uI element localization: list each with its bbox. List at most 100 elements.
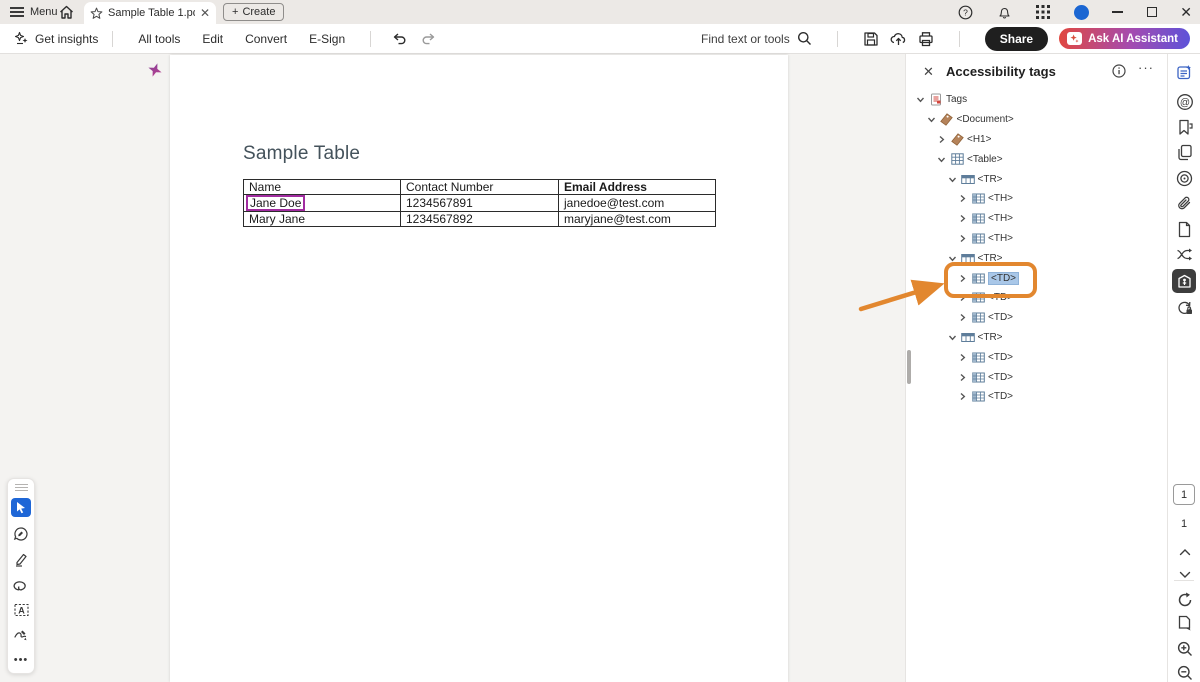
zoom-out-icon[interactable] — [1175, 663, 1194, 682]
tree-row-label[interactable]: <TR> — [978, 174, 1003, 185]
help-icon[interactable]: ? — [957, 4, 973, 20]
tree-row[interactable]: Tags — [906, 90, 1168, 110]
apps-grid-icon[interactable] — [1035, 4, 1051, 20]
ask-ai-assistant-button[interactable]: Ask AI Assistant — [1059, 28, 1190, 49]
menu-button[interactable]: Menu — [10, 0, 58, 24]
highlight-tool[interactable] — [8, 547, 34, 572]
sign-tool[interactable] — [8, 622, 34, 647]
window-minimize-button[interactable] — [1112, 6, 1124, 18]
chevron-icon[interactable] — [936, 134, 947, 145]
next-page-button[interactable] — [1175, 565, 1194, 584]
tree-row-label[interactable]: <Table> — [967, 154, 1003, 165]
data-cell[interactable]: Mary Jane — [244, 212, 401, 227]
tree-row[interactable]: <TR> — [906, 248, 1168, 268]
data-cell[interactable]: maryjane@test.com — [559, 212, 716, 227]
attachment-icon[interactable] — [1175, 194, 1194, 213]
data-cell[interactable]: 1234567892 — [401, 212, 559, 227]
tree-row-label[interactable]: <TD> — [988, 352, 1013, 363]
nav-esign[interactable]: E-Sign — [309, 32, 345, 46]
data-cell[interactable]: janedoe@test.com — [559, 195, 716, 212]
data-cell[interactable]: 1234567891 — [401, 195, 559, 212]
bookmark-icon[interactable] — [1175, 118, 1194, 137]
chevron-icon[interactable] — [957, 213, 968, 224]
rotate-page-icon[interactable] — [1175, 590, 1194, 609]
tree-row-label[interactable]: <TH> — [988, 193, 1013, 204]
create-tab-button[interactable]: + Create — [223, 3, 284, 21]
save-icon[interactable] — [863, 31, 879, 47]
tree-row-label[interactable]: <Document> — [957, 114, 1014, 125]
text-box-tool[interactable]: A — [8, 597, 34, 622]
chevron-icon[interactable] — [915, 94, 926, 105]
tree-row[interactable]: <TH> — [906, 229, 1168, 249]
convert-protect-icon[interactable] — [1175, 298, 1194, 317]
accessibility-tags-icon[interactable] — [1172, 269, 1196, 293]
chevron-icon[interactable] — [926, 114, 937, 125]
home-icon[interactable] — [58, 4, 75, 21]
drag-handle[interactable] — [15, 484, 28, 491]
tree-row[interactable]: <H1> — [906, 130, 1168, 150]
star-icon[interactable] — [90, 7, 103, 20]
tree-row-label[interactable]: Tags — [946, 94, 967, 105]
tree-row-label[interactable]: <TD> — [988, 372, 1013, 383]
tree-row[interactable]: <TR> — [906, 169, 1168, 189]
document-tab[interactable]: Sample Table 1.pdf ✕ — [84, 2, 216, 24]
chevron-icon[interactable] — [957, 273, 968, 284]
chevron-icon[interactable] — [957, 292, 968, 303]
tree-row[interactable]: <TD> — [906, 268, 1168, 288]
chevron-icon[interactable] — [957, 233, 968, 244]
generative-summary-icon[interactable] — [1175, 63, 1194, 82]
find-tools-button[interactable]: Find text or tools — [701, 31, 812, 46]
page-number-input[interactable]: 1 — [1173, 484, 1195, 505]
tree-row[interactable]: <TD> — [906, 308, 1168, 328]
tree-row-label[interactable]: <TH> — [988, 233, 1013, 244]
chevron-icon[interactable] — [957, 312, 968, 323]
tree-row-label[interactable]: <TD> — [988, 391, 1013, 402]
chevron-icon[interactable] — [947, 332, 958, 343]
chevron-icon[interactable] — [957, 352, 968, 363]
page-options-icon[interactable] — [1175, 614, 1194, 633]
nav-convert[interactable]: Convert — [245, 32, 287, 46]
tree-row-label[interactable]: <TR> — [978, 253, 1003, 264]
tree-row[interactable]: <TH> — [906, 189, 1168, 209]
selected-cell-highlight[interactable]: Jane Doe — [246, 195, 305, 211]
chevron-icon[interactable] — [957, 193, 968, 204]
tree-row[interactable]: <TH> — [906, 209, 1168, 229]
more-tools-button[interactable]: ••• — [8, 648, 34, 673]
window-maximize-button[interactable] — [1147, 7, 1157, 17]
chevron-icon[interactable] — [947, 253, 958, 264]
tree-row[interactable]: <TR> — [906, 328, 1168, 348]
comment-tool[interactable] — [8, 521, 34, 546]
document-viewport[interactable]: Sample Table Name Contact Number Email A… — [0, 54, 905, 682]
tree-row-label[interactable]: <TH> — [988, 213, 1013, 224]
tree-row[interactable]: <Document> — [906, 110, 1168, 130]
chevron-icon[interactable] — [947, 174, 958, 185]
notifications-bell-icon[interactable] — [996, 4, 1012, 20]
page-icon[interactable] — [1175, 220, 1194, 239]
panel-more-icon[interactable]: ··· — [1138, 60, 1154, 75]
nav-all-tools[interactable]: All tools — [138, 32, 180, 46]
comment-at-icon[interactable]: @ — [1175, 92, 1194, 111]
pdf-page[interactable]: Sample Table Name Contact Number Email A… — [170, 55, 788, 682]
chevron-icon[interactable] — [957, 372, 968, 383]
tree-row[interactable]: <TD> — [906, 347, 1168, 367]
window-close-button[interactable]: ✕ — [1180, 5, 1192, 19]
tree-row-label[interactable]: <TD> — [988, 292, 1013, 303]
select-tool[interactable] — [11, 498, 31, 517]
nav-edit[interactable]: Edit — [202, 32, 223, 46]
tree-row[interactable]: <Table> — [906, 149, 1168, 169]
organize-pages-icon[interactable] — [1175, 143, 1194, 162]
tree-row[interactable]: <TD> — [906, 387, 1168, 407]
tree-row[interactable]: <TD> — [906, 367, 1168, 387]
chevron-icon[interactable] — [957, 391, 968, 402]
tree-row-label[interactable]: <TD> — [988, 272, 1019, 285]
shuffle-arrows-icon[interactable] — [1175, 245, 1194, 264]
profile-avatar[interactable] — [1074, 5, 1089, 20]
undo-icon[interactable] — [391, 32, 407, 46]
tree-row-label[interactable]: <TR> — [978, 332, 1003, 343]
ai-sparkle-marker-icon[interactable] — [147, 62, 163, 78]
info-icon[interactable] — [1112, 64, 1126, 83]
share-button[interactable]: Share — [985, 27, 1048, 51]
print-icon[interactable] — [918, 31, 934, 47]
tree-row[interactable]: <TD> — [906, 288, 1168, 308]
tree-row-label[interactable]: <TD> — [988, 312, 1013, 323]
